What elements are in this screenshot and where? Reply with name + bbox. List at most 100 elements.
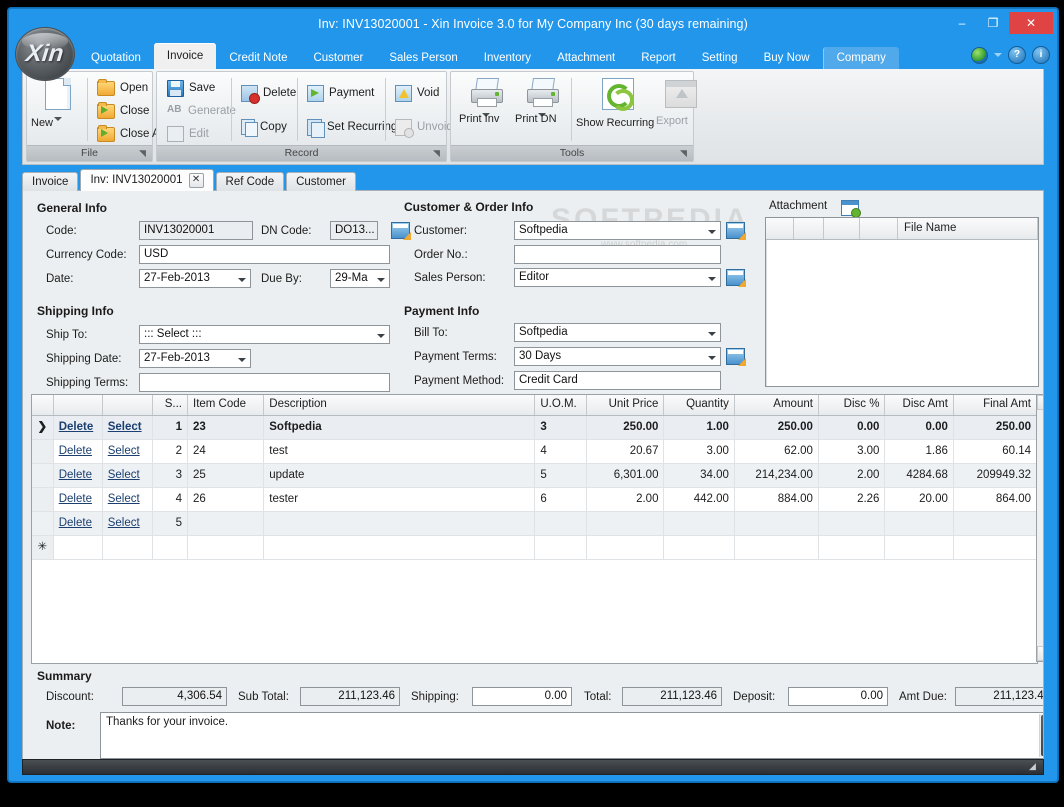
menu-tab-inventory[interactable]: Inventory	[471, 47, 544, 69]
grid-cell-disc-pct[interactable]: 2.00	[818, 464, 886, 487]
new-row-indicator[interactable]: ✳	[32, 536, 54, 559]
grid-column-header[interactable]: Amount	[735, 395, 819, 415]
select-cell[interactable]: Select	[102, 416, 153, 439]
grid-cell-unit-price[interactable]	[587, 512, 665, 535]
new-row-cell[interactable]	[54, 536, 103, 559]
menu-tab-credit-note[interactable]: Credit Note	[216, 47, 300, 69]
shipping-amount-field[interactable]: 0.00	[472, 687, 572, 706]
ship-to-select[interactable]: ::: Select :::	[139, 325, 390, 344]
grid-cell-final-amt[interactable]: 60.14	[954, 440, 1037, 463]
scroll-up-button[interactable]	[1037, 395, 1043, 410]
grid-cell-disc-pct[interactable]: 0.00	[818, 416, 886, 439]
grid-cell-disc-pct[interactable]	[818, 512, 886, 535]
scroll-down-icon[interactable]	[1043, 746, 1044, 751]
grid-cell-amount[interactable]: 884.00	[735, 488, 819, 511]
new-row-cell[interactable]	[188, 536, 265, 559]
chevron-down-icon[interactable]	[708, 332, 716, 336]
resize-grip-icon[interactable]: ◢	[1029, 762, 1041, 773]
grid-cell-description[interactable]	[264, 512, 536, 535]
delete-row-link[interactable]: Delete	[59, 469, 92, 481]
note-textarea[interactable]: Thanks for your invoice.	[100, 712, 1044, 759]
payment-terms-edit-icon[interactable]	[726, 348, 745, 365]
select-row-link[interactable]: Select	[108, 493, 140, 505]
note-scrollbar[interactable]	[1039, 714, 1044, 757]
grid-cell-final-amt[interactable]	[953, 512, 1037, 535]
grid-column-header[interactable]: Description	[264, 395, 536, 415]
grid-cell-disc-amt[interactable]: 1.86	[885, 440, 954, 463]
attachment-column-header[interactable]	[766, 218, 794, 239]
row-indicator[interactable]: ❯	[32, 416, 54, 439]
select-cell[interactable]: Select	[102, 464, 153, 487]
chevron-down-icon[interactable]	[994, 53, 1002, 57]
copy-button[interactable]: Copy	[237, 116, 291, 138]
select-row-link[interactable]: Select	[108, 421, 142, 433]
bill-to-select[interactable]: Softpedia	[514, 323, 721, 342]
grid-cell-item-code[interactable]: 24	[188, 440, 265, 463]
grid-column-header[interactable]: Item Code	[188, 395, 265, 415]
grid-cell-s[interactable]: 2	[153, 440, 188, 463]
payment-terms-select[interactable]: 30 Days	[514, 347, 721, 366]
grid-vertical-scrollbar[interactable]	[1036, 394, 1043, 662]
chevron-down-icon[interactable]	[708, 230, 716, 234]
delete-record-button[interactable]: Delete	[237, 82, 300, 104]
grid-column-header[interactable]	[54, 395, 103, 415]
dn-code-field[interactable]: DO13...	[330, 221, 378, 240]
app-logo-icon[interactable]: Xin	[15, 27, 75, 81]
grid-cell-disc-amt[interactable]: 0.00	[885, 416, 954, 439]
scroll-down-button[interactable]	[1037, 646, 1043, 661]
table-row[interactable]: Delete Select 3 25 update 5 6,301.00 34.00 214,2…	[32, 464, 1037, 488]
open-button[interactable]: Open	[93, 77, 152, 99]
grid-cell-quantity[interactable]: 3.00	[664, 440, 735, 463]
grid-cell-uom[interactable]: 6	[535, 488, 588, 511]
grid-cell-description[interactable]: test	[264, 440, 536, 463]
document-tab-invoice[interactable]: Invoice	[22, 172, 79, 191]
close-button[interactable]: ✕	[1009, 12, 1053, 34]
document-tab-inv-inv13020001[interactable]: Inv: INV13020001 ✕	[80, 169, 214, 191]
grid-cell-item-code[interactable]: 23	[188, 416, 265, 439]
print-inv-button[interactable]: Print Inv	[459, 74, 513, 125]
shipping-date-field[interactable]: 27-Feb-2013	[139, 349, 251, 368]
chevron-down-icon[interactable]	[708, 356, 716, 360]
table-row[interactable]: Delete Select 4 26 tester 6 2.00 442.00 884.00 2.…	[32, 488, 1037, 512]
grid-cell-uom[interactable]: 4	[535, 440, 588, 463]
menu-tab-sales-person[interactable]: Sales Person	[376, 47, 470, 69]
grid-column-header[interactable]	[103, 395, 153, 415]
order-no-field[interactable]	[514, 245, 721, 264]
menu-tab-invoice[interactable]: Invoice	[153, 43, 217, 69]
grid-cell-disc-pct[interactable]: 3.00	[819, 440, 886, 463]
new-row-cell[interactable]	[153, 536, 188, 559]
delete-row-link[interactable]: Delete	[59, 493, 92, 505]
grid-cell-quantity[interactable]: 1.00	[664, 416, 735, 439]
customer-select[interactable]: Softpedia	[514, 221, 721, 240]
grid-cell-s[interactable]: 5	[152, 512, 188, 535]
row-indicator[interactable]	[32, 464, 54, 487]
sales-person-select[interactable]: Editor	[514, 268, 721, 287]
maximize-button[interactable]: ❐	[978, 12, 1008, 34]
new-button[interactable]: New	[31, 74, 85, 129]
payment-button[interactable]: Payment	[303, 82, 378, 104]
select-row-link[interactable]: Select	[108, 445, 140, 457]
grid-cell-description[interactable]: update	[264, 464, 536, 487]
document-tab-customer[interactable]: Customer	[286, 172, 356, 191]
attachment-column-header[interactable]: File Name	[898, 218, 1038, 239]
new-row[interactable]: ✳	[32, 536, 1037, 560]
grid-cell-quantity[interactable]: 442.00	[664, 488, 735, 511]
record-dialog-launcher[interactable]: ◥	[433, 148, 443, 160]
delete-cell[interactable]: Delete	[53, 512, 103, 535]
info-icon[interactable]: i	[1032, 46, 1050, 64]
chevron-down-icon[interactable]	[238, 358, 246, 362]
grid-cell-uom[interactable]: 5	[535, 464, 588, 487]
row-indicator[interactable]	[32, 440, 54, 463]
close-tab-icon[interactable]: ✕	[188, 173, 204, 188]
grid-cell-amount[interactable]	[734, 512, 819, 535]
document-tab-ref-code[interactable]: Ref Code	[215, 172, 285, 191]
attachment-column-header[interactable]	[794, 218, 824, 239]
grid-cell-unit-price[interactable]: 20.67	[587, 440, 665, 463]
delete-row-link[interactable]: Delete	[59, 445, 92, 457]
grid-column-header[interactable]: Disc %	[819, 395, 886, 415]
close-doc-button[interactable]: Close	[93, 100, 153, 122]
delete-row-link[interactable]: Delete	[59, 421, 94, 433]
date-field[interactable]: 27-Feb-2013	[139, 269, 251, 288]
sales-person-edit-icon[interactable]	[726, 269, 745, 286]
grid-cell-amount[interactable]: 62.00	[735, 440, 819, 463]
